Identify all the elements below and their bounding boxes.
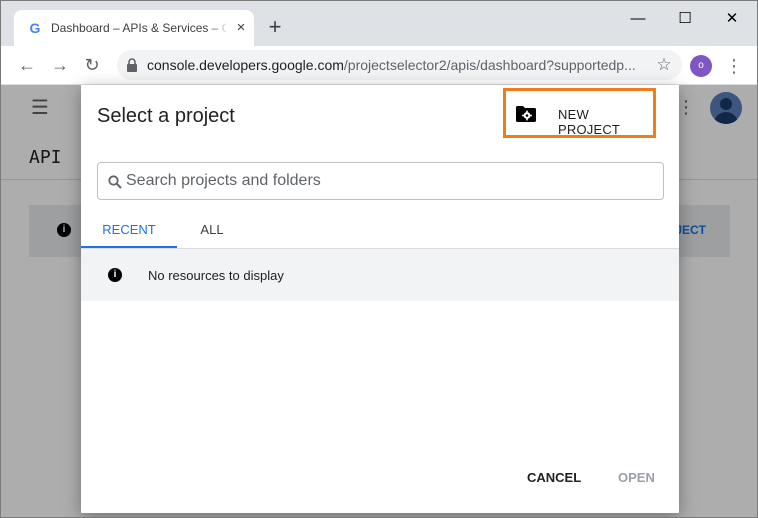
url-text: console.developers.google.com/projectsel… — [147, 57, 636, 73]
cancel-button[interactable]: CANCEL — [527, 470, 581, 485]
new-tab-button[interactable]: + — [265, 16, 285, 38]
empty-state-row: i No resources to display — [81, 249, 679, 301]
search-input[interactable] — [126, 171, 646, 191]
new-project-button[interactable]: NEW PROJECT — [503, 88, 656, 138]
tab-recent[interactable]: RECENT — [81, 213, 177, 248]
profile-avatar[interactable]: o — [690, 55, 712, 77]
back-button[interactable]: ← — [15, 53, 39, 77]
tab-strip: G Dashboard – APIs & Services – Google C… — [1, 1, 757, 46]
window-close-button[interactable]: ✕ — [717, 7, 747, 31]
search-icon — [108, 175, 122, 189]
browser-menu-icon[interactable]: ⋮ — [725, 54, 743, 78]
new-project-label: NEW PROJECT — [558, 107, 621, 137]
maximize-button[interactable]: ☐ — [670, 7, 700, 31]
lock-icon[interactable] — [127, 58, 137, 72]
project-tabs: RECENT ALL — [81, 213, 679, 249]
tab-close-icon[interactable]: × — [233, 20, 249, 36]
address-bar[interactable]: console.developers.google.com/projectsel… — [117, 50, 682, 80]
open-button[interactable]: OPEN — [618, 470, 655, 485]
browser-tab-dashboard[interactable]: G Dashboard – APIs & Services – Google C… — [14, 10, 254, 46]
forward-button[interactable]: → — [48, 53, 72, 77]
dialog-title: Select a project — [97, 105, 235, 127]
url-path: /projectselector2/apis/dashboard?support… — [343, 57, 636, 73]
minimize-button[interactable]: — — [623, 7, 653, 31]
browser-window: G Dashboard – APIs & Services – Google C… — [0, 0, 758, 518]
bookmark-star-icon[interactable]: ☆ — [653, 54, 675, 76]
tab-title: Dashboard – APIs & Services – Google Clo… — [51, 21, 226, 35]
tab-all[interactable]: ALL — [177, 213, 247, 248]
select-project-dialog: Select a project NEW PROJECT RECENT AL — [81, 85, 679, 513]
folder-settings-icon — [516, 106, 536, 122]
url-host: console.developers.google.com — [147, 57, 344, 73]
info-icon: i — [108, 268, 122, 282]
google-favicon-icon: G — [29, 20, 41, 36]
empty-state-message: No resources to display — [148, 268, 284, 283]
search-box[interactable] — [97, 162, 664, 200]
tab-title-fade — [209, 18, 229, 38]
reload-button[interactable]: ↻ — [80, 53, 104, 77]
browser-toolbar: ← → ↻ console.developers.google.com/proj… — [1, 46, 757, 85]
